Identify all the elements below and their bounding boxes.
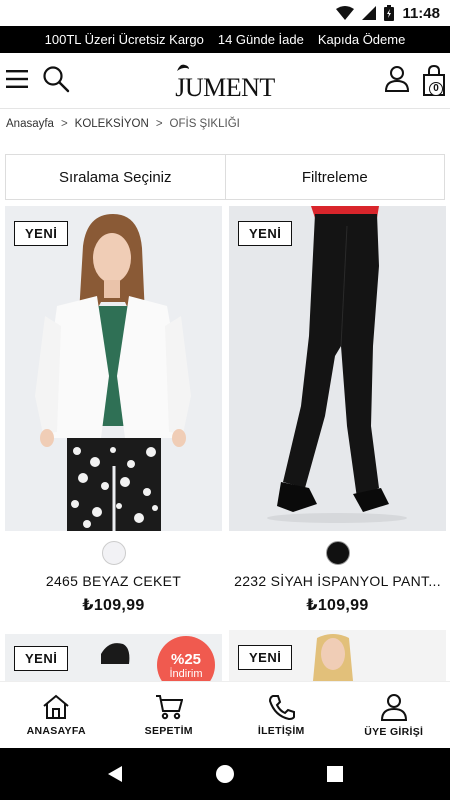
- user-icon: [380, 693, 407, 721]
- product-price: ₺109,99: [306, 597, 369, 614]
- nav-login-label: ÜYE GİRİŞİ: [364, 725, 424, 738]
- nav-home[interactable]: ANASAYFA: [0, 682, 113, 748]
- breadcrumb-current: OFİS ŞIKLIĞI: [169, 118, 240, 130]
- new-badge: YENİ: [14, 646, 69, 671]
- product-name[interactable]: 2465 BEYAZ CEKET: [5, 573, 222, 589]
- breadcrumb-separator: >: [60, 118, 68, 130]
- recents-icon[interactable]: [326, 765, 344, 783]
- breadcrumb: Anasayfa > KOLEKSİYON > OFİS ŞIKLIĞI: [6, 118, 240, 130]
- nav-login[interactable]: ÜYE GİRİŞİ: [338, 682, 450, 748]
- promo-bar: 100TL Üzeri Ücretsiz Kargo 14 Günde İade…: [0, 26, 450, 53]
- promo-item: 14 Günde İade: [217, 32, 304, 47]
- product-image[interactable]: YENİ: [229, 630, 446, 681]
- product-name[interactable]: 2232 SİYAH İSPANYOL PANT...: [229, 573, 446, 589]
- bottom-nav: ANASAYFA SEPETİM İLETİŞİM ÜYE GİRİŞİ: [0, 681, 450, 748]
- logo-text: JUMENT: [175, 73, 275, 102]
- home-button-icon[interactable]: [215, 764, 235, 784]
- breadcrumb-separator: >: [155, 118, 163, 130]
- app-header: JUMENT: [0, 53, 450, 109]
- discount-percent: %25: [170, 650, 202, 668]
- filter-button[interactable]: Filtreleme: [226, 155, 445, 199]
- back-icon[interactable]: [106, 765, 124, 783]
- nav-cart[interactable]: SEPETİM: [113, 682, 226, 748]
- breadcrumb-collection[interactable]: KOLEKSİYON: [75, 118, 149, 130]
- system-nav-bar: [0, 748, 450, 800]
- phone-icon: [269, 694, 296, 720]
- brand-logo[interactable]: JUMENT: [170, 61, 280, 103]
- nav-home-label: ANASAYFA: [26, 724, 86, 737]
- wifi-icon: [336, 6, 355, 20]
- logo-hat-icon: [177, 64, 189, 71]
- color-swatch[interactable]: [101, 541, 126, 565]
- promo-item: 100TL Üzeri Ücretsiz Kargo: [44, 32, 204, 47]
- search-icon[interactable]: [42, 65, 70, 93]
- product-card[interactable]: YENİ %25 İndirim: [5, 634, 222, 681]
- menu-icon[interactable]: [6, 69, 28, 89]
- nav-contact[interactable]: İLETİŞİM: [225, 682, 338, 748]
- product-photo-black-pants: [229, 206, 446, 531]
- account-icon[interactable]: [384, 65, 410, 93]
- product-image[interactable]: YENİ: [5, 206, 222, 531]
- signal-icon: [362, 6, 377, 20]
- product-image[interactable]: YENİ %25 İndirim: [5, 634, 222, 681]
- new-badge: YENİ: [238, 221, 293, 246]
- battery-icon: [384, 5, 395, 21]
- color-swatch[interactable]: [325, 541, 350, 565]
- discount-label: İndirim: [169, 667, 203, 680]
- home-icon: [43, 694, 69, 719]
- new-badge: YENİ: [14, 221, 69, 246]
- breadcrumb-home[interactable]: Anasayfa: [6, 118, 54, 130]
- product-image[interactable]: YENİ: [229, 206, 446, 531]
- nav-cart-label: SEPETİM: [144, 724, 193, 737]
- promo-item: Kapıda Ödeme: [317, 32, 406, 47]
- status-bar: 11:48: [0, 0, 450, 26]
- product-card[interactable]: YENİ: [229, 630, 446, 681]
- nav-contact-label: İLETİŞİM: [257, 724, 305, 737]
- product-photo-white-jacket: [5, 206, 222, 531]
- cart-count-badge: 0: [429, 82, 443, 96]
- new-badge: YENİ: [238, 645, 293, 670]
- product-card[interactable]: YENİ 2232 SİYAH İSPANYOL PANT... ₺109,99: [229, 206, 446, 615]
- status-time: 11:48: [402, 4, 440, 22]
- cart-icon: [155, 694, 183, 719]
- sort-button[interactable]: Sıralama Seçiniz: [6, 155, 226, 199]
- product-card[interactable]: YENİ 2465 BEYAZ CEKET ₺109,99: [5, 206, 222, 615]
- product-price: ₺109,99: [82, 597, 145, 614]
- sort-filter-bar: Sıralama Seçiniz Filtreleme: [5, 154, 445, 200]
